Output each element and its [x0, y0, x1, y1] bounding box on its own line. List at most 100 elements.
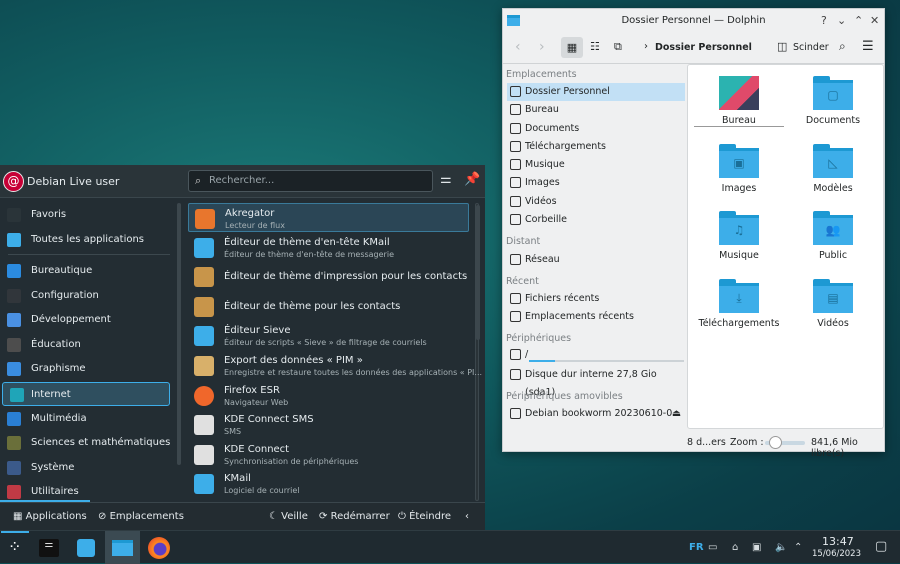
- place-disque-dur-interne-27-8-gio-sda1-[interactable]: Disque dur interne 27,8 Gio (sda1): [507, 366, 685, 398]
- dolphin-task[interactable]: [105, 531, 140, 564]
- category-internet[interactable]: Internet: [2, 382, 170, 406]
- split-button[interactable]: Scinder: [793, 42, 829, 53]
- folder-item[interactable]: Bureau: [694, 76, 784, 138]
- icons-view-button[interactable]: ▦: [561, 37, 583, 58]
- pin-icon[interactable]: 📌: [464, 172, 480, 187]
- disk-usage-fill: [529, 360, 556, 362]
- folder-item[interactable]: 👥 Public: [788, 211, 878, 273]
- category-éducation[interactable]: Éducation: [0, 333, 175, 357]
- place-emplacements-récents[interactable]: Emplacements récents: [507, 308, 685, 326]
- category-label: Favoris: [31, 209, 67, 220]
- compact-view-button[interactable]: ⧉: [614, 40, 622, 54]
- tray-expand-icon[interactable]: ⌃: [794, 542, 802, 553]
- firefox-task[interactable]: [148, 537, 170, 559]
- category-système[interactable]: Système: [0, 456, 175, 480]
- places-tab[interactable]: ⊘ Emplacements: [98, 511, 184, 522]
- folder-item[interactable]: ▢ Documents: [788, 76, 878, 138]
- archive-icon: [194, 356, 214, 376]
- app-item[interactable]: KDE Connect Synchronisation de périphériq…: [188, 440, 469, 469]
- back-button[interactable]: ‹: [515, 39, 521, 55]
- volume-icon[interactable]: 🔈: [775, 542, 787, 553]
- apps-scrollbar[interactable]: [476, 205, 480, 340]
- search-button[interactable]: ⌕: [839, 39, 846, 54]
- launcher-button[interactable]: ⁘: [8, 537, 21, 556]
- place-bureau[interactable]: Bureau: [507, 101, 685, 119]
- configure-icon[interactable]: ⚌: [440, 172, 452, 187]
- images-icon: [510, 177, 521, 188]
- category-favoris[interactable]: Favoris: [0, 203, 175, 227]
- app-item[interactable]: Firefox ESR Navigateur Web: [188, 381, 469, 410]
- place-fichiers-récents[interactable]: Fichiers récents: [507, 290, 685, 308]
- category-utilitaires[interactable]: Utilitaires: [0, 480, 175, 504]
- more-options-button[interactable]: ‹: [465, 511, 469, 522]
- folder-item[interactable]: ▣ Images: [694, 143, 784, 206]
- place-images[interactable]: Images: [507, 174, 685, 192]
- app-subtitle: Éditeur de scripts « Sieve » de filtrage…: [224, 338, 427, 348]
- show-desktop-button[interactable]: ▢: [875, 539, 887, 554]
- folder-item[interactable]: ⤓ Téléchargements: [694, 278, 784, 341]
- category-multimédia[interactable]: Multimédia: [0, 407, 175, 431]
- category-toutes-les-applications[interactable]: Toutes les applications: [0, 228, 175, 252]
- usb-icon[interactable]: ⌂: [732, 542, 738, 553]
- file-view[interactable]: Bureau ▢ Documents ▣ Images ◺ Modèles ♫ Musique 👥…: [687, 64, 884, 429]
- folder-item[interactable]: ♫ Musique: [694, 211, 784, 273]
- place-corbeille[interactable]: Corbeille: [507, 211, 685, 229]
- category-sciences-et-mathématiques[interactable]: Sciences et mathématiques: [0, 431, 175, 455]
- help-button[interactable]: ?: [821, 14, 827, 27]
- place-label: Musique: [525, 159, 565, 170]
- hamburger-menu-button[interactable]: ☰: [862, 39, 874, 54]
- avatar[interactable]: @: [3, 171, 24, 192]
- category-label: Système: [31, 462, 75, 473]
- breadcrumb[interactable]: Dossier Personnel: [655, 42, 752, 53]
- app-item[interactable]: KDE Connect SMS SMS: [188, 410, 469, 439]
- app-item[interactable]: Éditeur de thème pour les contacts: [188, 292, 469, 321]
- place-debian-bookworm-20230610-0-[interactable]: Debian bookworm 20230610-0... ⏏: [507, 405, 685, 423]
- sleep-button[interactable]: ☾ Veille: [269, 511, 308, 522]
- dolphin-app-icon: [507, 15, 520, 26]
- minimize-button[interactable]: ⌄: [837, 14, 846, 27]
- shutdown-button[interactable]: ⏻ Éteindre: [398, 511, 451, 522]
- app-title: Firefox ESR: [224, 384, 280, 396]
- discover-task[interactable]: [77, 539, 95, 557]
- clock-time[interactable]: 13:47: [822, 535, 854, 548]
- category-configuration[interactable]: Configuration: [0, 284, 175, 308]
- place-téléchargements[interactable]: Téléchargements: [507, 138, 685, 156]
- forward-button[interactable]: ›: [539, 39, 545, 55]
- app-item[interactable]: Éditeur de thème d'en-tête KMail Éditeur …: [188, 233, 469, 262]
- app-item[interactable]: Éditeur Sieve Éditeur de scripts « Sieve …: [188, 321, 469, 350]
- place-documents[interactable]: Documents: [507, 120, 685, 138]
- restart-button[interactable]: ⟳ Redémarrer: [319, 511, 390, 522]
- network-icon[interactable]: ▣: [752, 542, 761, 553]
- category-bureautique[interactable]: Bureautique: [0, 259, 175, 283]
- close-button[interactable]: ✕: [870, 14, 879, 27]
- place-réseau[interactable]: Réseau: [507, 251, 685, 269]
- app-item[interactable]: Export des données « PIM » Enregistre et …: [188, 351, 482, 380]
- eject-icon[interactable]: ⏏: [672, 405, 681, 423]
- folder-icon: ▣: [719, 143, 759, 178]
- category-scrollbar[interactable]: [177, 203, 181, 465]
- place-dossier-personnel[interactable]: Dossier Personnel: [507, 83, 685, 101]
- applications-tab[interactable]: ▦ Applications: [13, 511, 87, 522]
- category-graphisme[interactable]: Graphisme: [0, 357, 175, 381]
- folder-label: Public: [818, 250, 848, 261]
- system-settings-task[interactable]: ⚌: [39, 539, 59, 557]
- zoom-slider[interactable]: [765, 436, 805, 449]
- folder-item[interactable]: ◺ Modèles: [788, 143, 878, 206]
- place-vidéos[interactable]: Vidéos: [507, 193, 685, 211]
- search-input[interactable]: Rechercher...: [188, 170, 433, 192]
- battery-icon[interactable]: ▭: [708, 542, 717, 553]
- details-view-button[interactable]: ☷: [590, 40, 600, 53]
- app-item[interactable]: Akregator Lecteur de flux: [188, 203, 469, 232]
- place--[interactable]: /: [507, 346, 685, 364]
- place-musique[interactable]: Musique: [507, 156, 685, 174]
- mail-icon: [194, 237, 214, 258]
- app-item[interactable]: Éditeur de thème d'impression pour les c…: [188, 262, 469, 291]
- folder-label: Bureau: [694, 115, 784, 127]
- clock-date[interactable]: 15/06/2023: [812, 549, 861, 559]
- category-développement[interactable]: Développement: [0, 308, 175, 332]
- keyboard-layout[interactable]: FR: [689, 542, 704, 553]
- app-item[interactable]: KMail Logiciel de courriel: [188, 469, 469, 498]
- maximize-button[interactable]: ⌃: [854, 14, 863, 27]
- folder-item[interactable]: ▤ Vidéos: [788, 278, 878, 341]
- zoom-slider-handle[interactable]: [769, 436, 782, 449]
